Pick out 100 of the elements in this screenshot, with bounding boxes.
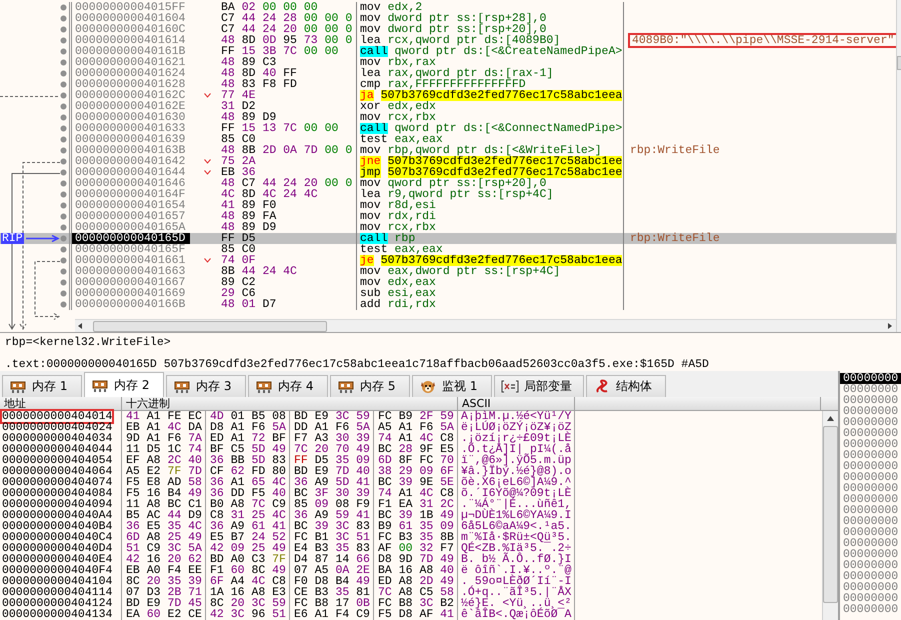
bytes-text: 48 8B 2D 0A 7D 00 0 <box>221 145 352 156</box>
tab[interactable]: 内存 2 <box>84 372 164 397</box>
address-cell-text: 0000000000401624 <box>74 68 186 79</box>
bytes-text: 85 C0 <box>221 244 256 255</box>
hex-bytes: FF D5 35 09 <box>294 454 370 467</box>
stack-value[interactable]: 00000000 <box>840 549 901 560</box>
stack-value[interactable]: 00000000 <box>840 516 901 527</box>
vertical-scrollbar[interactable] <box>822 411 838 620</box>
breakpoint-marker-icon[interactable] <box>60 169 67 176</box>
tab[interactable]: 结构体 <box>586 375 666 397</box>
up-arrow-icon[interactable] <box>826 415 835 422</box>
address-cell-text: 0000000000401654 <box>74 200 186 211</box>
hex-bytes: 36 DD F5 40 <box>210 487 286 500</box>
breakpoint-marker-icon[interactable] <box>60 268 67 275</box>
stack-value[interactable]: 00000000 <box>840 571 901 582</box>
breakpoint-marker-icon[interactable] <box>60 246 67 253</box>
stack-value[interactable]: 00000000 <box>840 494 901 505</box>
tab[interactable]: 内存 3 <box>166 375 246 397</box>
address-cell-text: 0000000000401630 <box>74 112 186 123</box>
tab[interactable]: 内存 1 <box>2 375 82 397</box>
comment-text: rbp:WriteFile <box>630 233 720 244</box>
horizontal-scrollbar[interactable] <box>75 319 896 332</box>
hex-bytes: BC 3F 30 39 <box>294 487 370 500</box>
hex-bytes: F7 A3 30 39 <box>294 432 370 445</box>
stack-value[interactable]: 00000000 <box>840 461 901 472</box>
hex-bytes: 8C 20 3C 59 <box>210 597 286 610</box>
breakpoint-marker-icon[interactable] <box>60 114 67 121</box>
address-cell: 00000000004040F4 <box>2 565 112 576</box>
stack-value[interactable]: 00000000 <box>840 483 901 494</box>
breakpoint-marker-icon[interactable] <box>60 224 67 231</box>
hex-bytes: EB A1 4C DA <box>126 421 202 434</box>
instruction-text: mov rdx,rdi <box>357 211 624 222</box>
hex-bytes: B5 AC 44 D9 <box>126 509 202 522</box>
breakpoint-marker-icon[interactable] <box>60 37 67 44</box>
stack-value[interactable]: 00000000 <box>840 384 901 395</box>
tab[interactable]: 内存 4 <box>248 375 328 397</box>
breakpoint-marker-icon[interactable] <box>60 158 67 165</box>
instruction-text: mov eax,dword ptr ss:[rsp+4C] <box>357 266 624 277</box>
breakpoint-marker-icon[interactable] <box>60 125 67 132</box>
stack-value[interactable]: 00000000 <box>840 527 901 538</box>
stack-value[interactable]: 00000000 <box>840 439 901 450</box>
breakpoint-marker-icon[interactable] <box>60 136 67 143</box>
hex-bytes: 7C A8 C5 58 <box>378 586 454 599</box>
breakpoint-marker-icon[interactable] <box>60 147 67 154</box>
breakpoint-marker-icon[interactable] <box>60 279 67 286</box>
breakpoint-marker-icon[interactable] <box>60 48 67 55</box>
breakpoint-marker-icon[interactable] <box>60 213 67 220</box>
breakpoint-marker-icon[interactable] <box>60 290 67 297</box>
address-cell-text: 0000000000401657 <box>74 211 186 222</box>
stack-value[interactable]: 00000000 <box>840 373 901 384</box>
address-cell: 0000000000404114 <box>2 587 112 598</box>
tab[interactable]: 局部变量 <box>494 375 584 397</box>
stack-value[interactable]: 00000000 <box>840 505 901 516</box>
hex-bytes: 38 29 09 6F <box>378 465 454 478</box>
stack-value[interactable]: 00000000 <box>840 428 901 439</box>
hex-bytes: BC 39 1B 49 <box>378 509 454 522</box>
bytes-text: C7 44 24 20 00 00 0 <box>221 24 352 35</box>
stack-value[interactable]: 00000000 <box>840 538 901 549</box>
breakpoint-marker-icon[interactable] <box>60 301 67 308</box>
hex-bytes: 51 C9 3C 5A <box>126 542 202 555</box>
breakpoint-marker-icon[interactable] <box>60 59 67 66</box>
stack-value[interactable]: 00000000 <box>840 417 901 428</box>
memory-icon <box>173 379 191 394</box>
hex-bytes: F1 EA 31 2C <box>378 498 454 511</box>
breakpoint-marker-icon[interactable] <box>60 70 67 77</box>
breakpoint-marker-icon[interactable] <box>60 26 67 33</box>
address-cell-text: 0000000000401642 <box>74 156 186 167</box>
instruction-text: lea r9,qword ptr ss:[rsp+4C] <box>357 189 624 200</box>
stack-value[interactable]: 00000000 <box>840 395 901 406</box>
stack-value[interactable]: 00000000 <box>840 406 901 417</box>
hex-bytes: 07 D3 2B 71 <box>126 586 202 599</box>
hex-bytes: BC 39 3C 83 <box>294 520 370 533</box>
breakpoint-marker-icon[interactable] <box>60 180 67 187</box>
address-cell-text: 000000000040162E <box>74 101 186 112</box>
tab[interactable]: 监视 1 <box>412 375 492 397</box>
breakpoint-marker-icon[interactable] <box>60 191 67 198</box>
hex-bytes: B9 61 35 09 <box>378 520 454 533</box>
hex-bytes: BD E9 3C 59 <box>294 410 370 423</box>
breakpoint-marker-icon[interactable] <box>60 257 67 264</box>
stack-value[interactable]: 00000000 <box>840 582 901 593</box>
stack-value[interactable]: 00000000 <box>840 472 901 483</box>
column-header: 十六进制 <box>122 397 458 410</box>
breakpoint-marker-icon[interactable] <box>60 92 67 99</box>
breakpoint-marker-icon[interactable] <box>60 103 67 110</box>
breakpoint-marker-icon[interactable] <box>60 81 67 88</box>
breakpoint-marker-icon[interactable] <box>60 235 67 242</box>
stack-value[interactable]: 00000000 <box>840 604 901 615</box>
breakpoint-marker-icon[interactable] <box>60 4 67 11</box>
stack-value[interactable]: 00000000 <box>840 560 901 571</box>
breakpoint-marker-icon[interactable] <box>60 15 67 22</box>
address-cell: 0000000000404054 <box>2 455 112 466</box>
address-cell-text: 0000000000401646 <box>74 178 186 189</box>
stack-value[interactable]: 00000000 <box>840 593 901 604</box>
instruction-text: ja 507b3769cdfd3e2fed776ec17c58abc1eea <box>357 90 624 101</box>
stack-value[interactable]: 00000000 <box>840 450 901 461</box>
address-cell: 000000000040165D <box>72 233 190 244</box>
breakpoint-marker-icon[interactable] <box>60 202 67 209</box>
tab[interactable]: 内存 5 <box>330 375 410 397</box>
vertical-scrollbar[interactable] <box>896 0 901 332</box>
instruction-text: call qword ptr ds:[<&ConnectNamedPipe> <box>357 123 624 134</box>
